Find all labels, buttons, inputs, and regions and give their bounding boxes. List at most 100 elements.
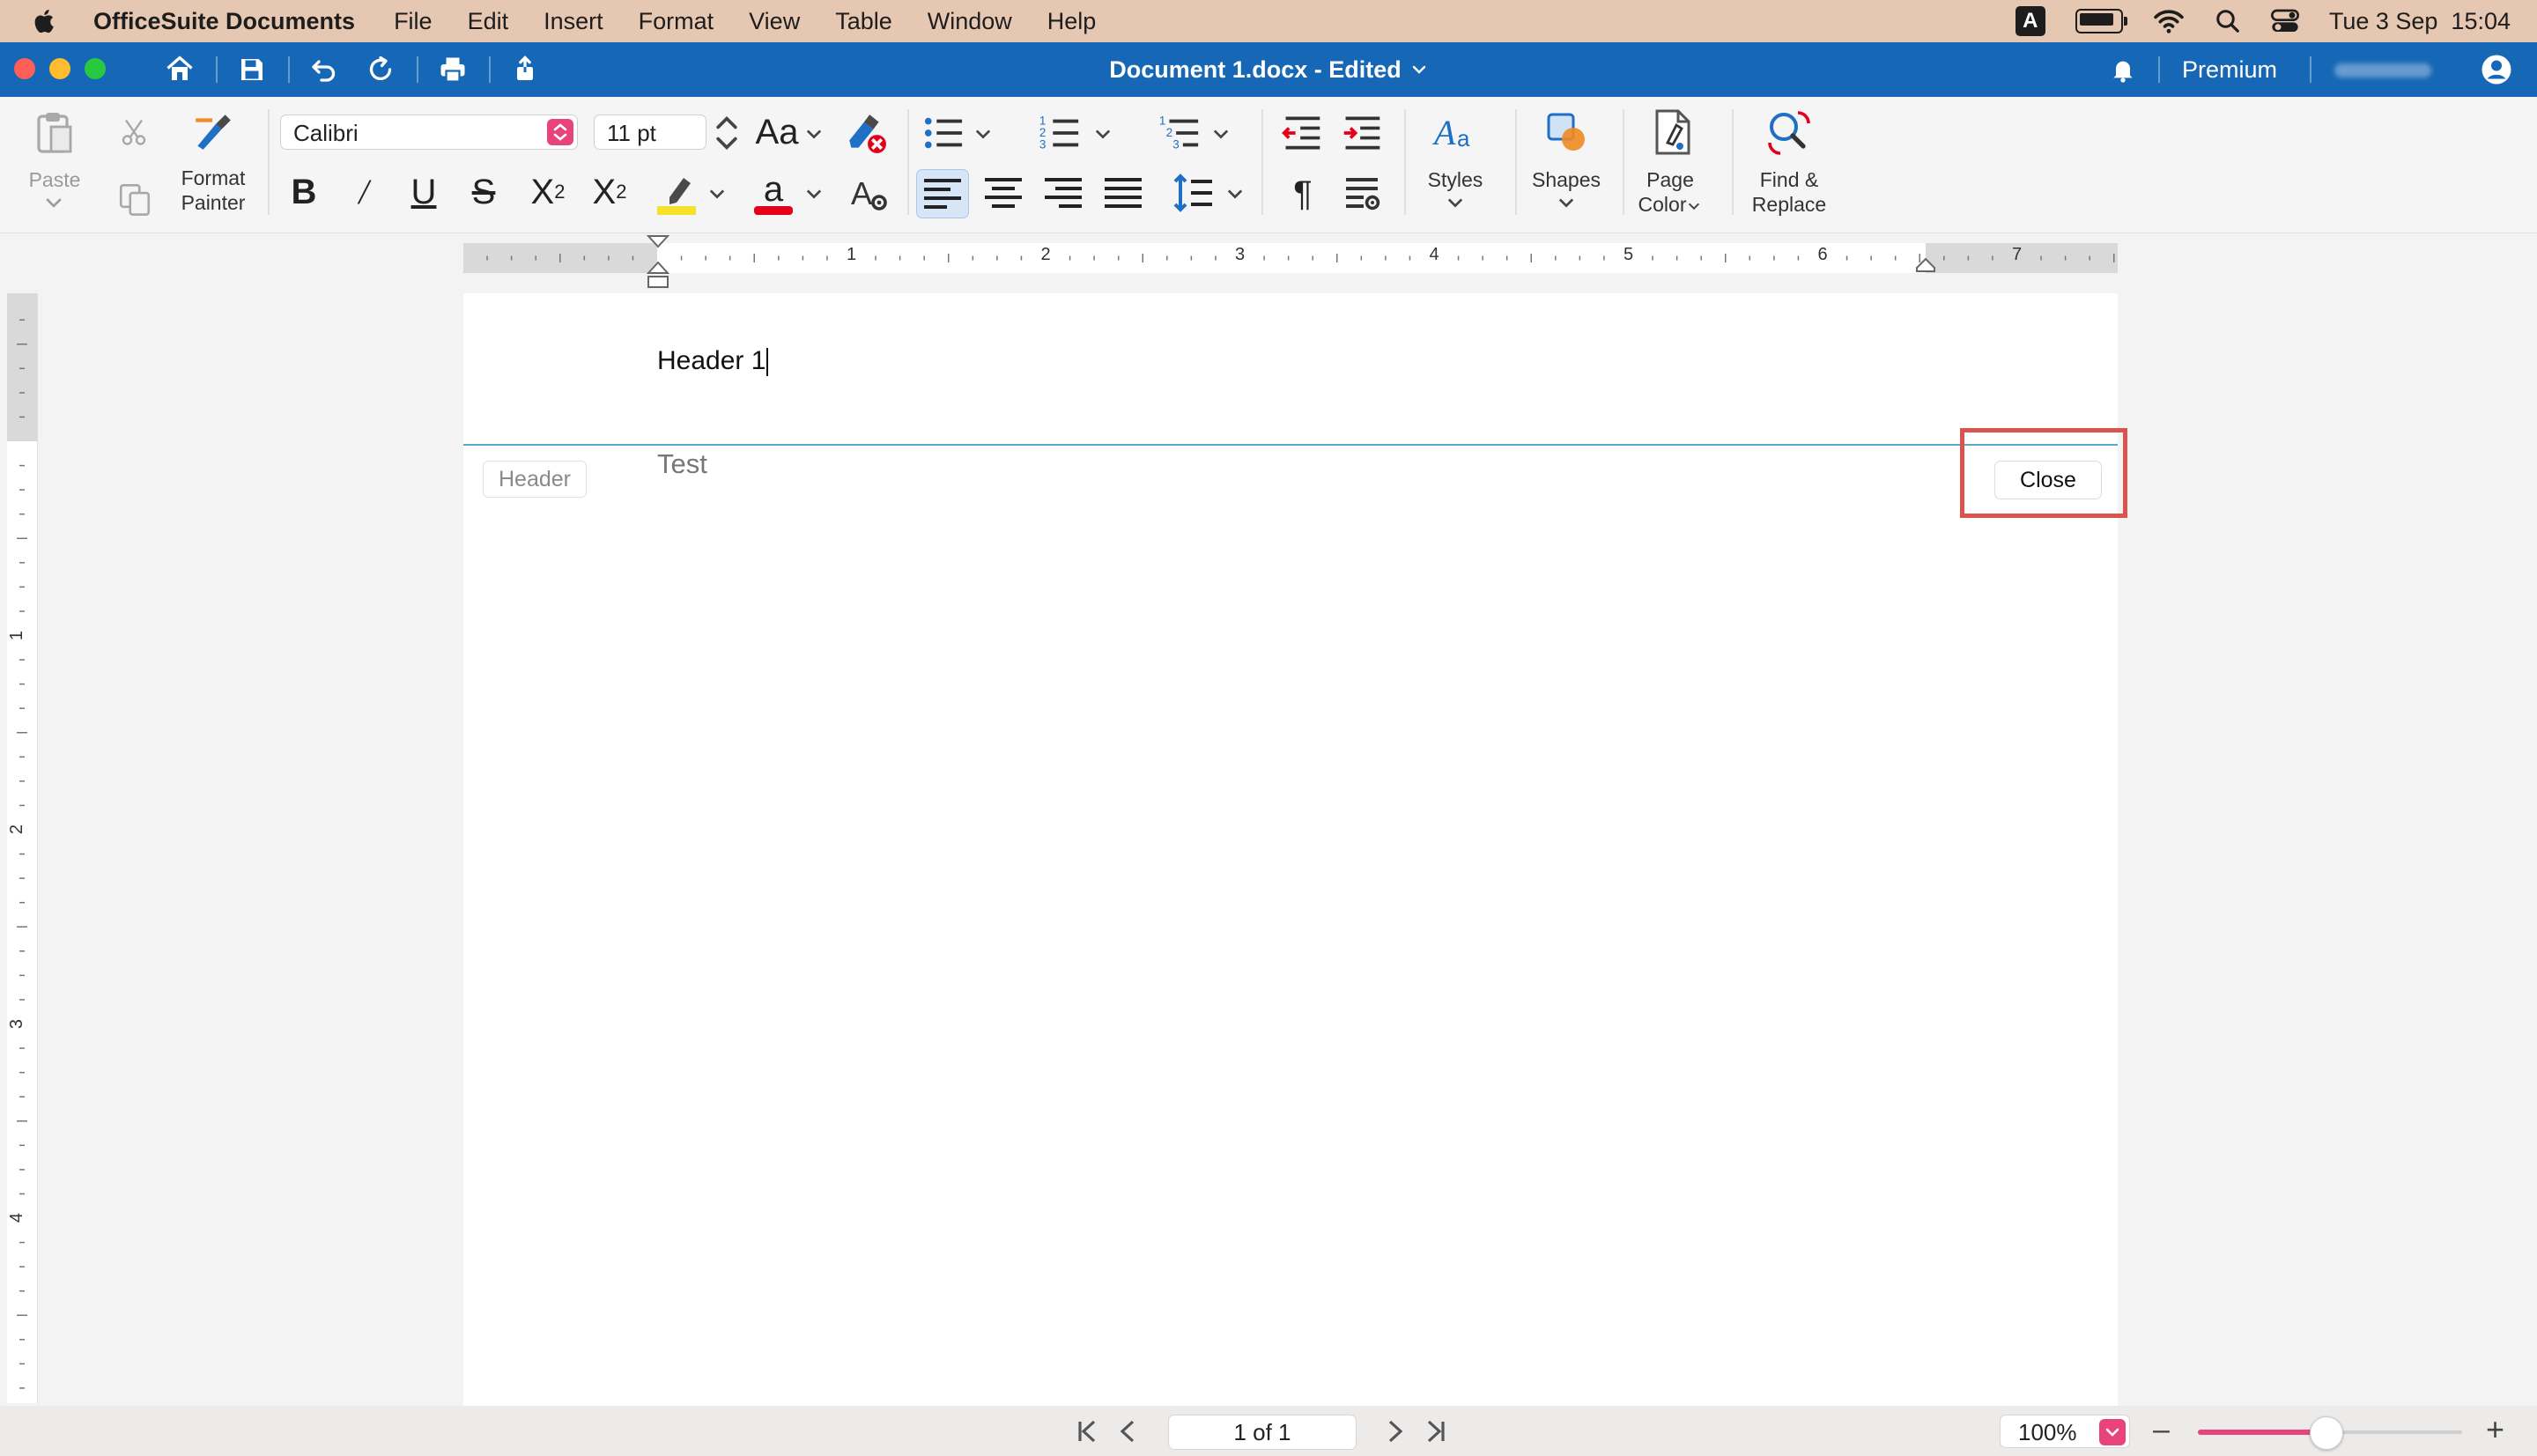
styles-icon[interactable]: A a — [1432, 109, 1478, 155]
strikethrough-button[interactable]: S — [463, 173, 504, 211]
input-source-icon[interactable]: A — [2015, 6, 2045, 36]
format-painter-icon[interactable] — [190, 109, 234, 153]
ribbon-separator — [1261, 109, 1263, 215]
justify-icon[interactable] — [1099, 169, 1147, 217]
chevron-down-icon[interactable] — [803, 187, 825, 201]
zoom-dropdown[interactable]: 100% — [2000, 1415, 2130, 1448]
superscript-button[interactable]: X2 — [523, 173, 573, 211]
decrease-indent-icon[interactable] — [1281, 113, 1323, 153]
page-indicator[interactable]: 1 of 1 — [1168, 1415, 1357, 1450]
highlight-color-icon[interactable] — [654, 169, 699, 215]
cut-icon[interactable] — [118, 115, 150, 150]
horizontal-ruler[interactable]: 1 2 3 4 5 6 7 — [463, 235, 2118, 288]
zoom-in-button[interactable]: + — [2486, 1411, 2504, 1448]
page-color-label[interactable]: Page Color — [1626, 167, 1714, 217]
premium-button[interactable]: Premium — [2182, 42, 2277, 97]
font-size-field[interactable]: 11 pt — [594, 115, 706, 150]
underline-button[interactable]: U — [403, 173, 444, 211]
ruler-label: 5 — [1623, 245, 1634, 264]
app-name-menu[interactable]: OfficeSuite Documents — [93, 8, 355, 35]
vertical-ruler[interactable]: 1 2 3 4 — [7, 293, 38, 1403]
chevron-down-icon[interactable] — [706, 187, 728, 201]
menu-help[interactable]: Help — [1047, 8, 1097, 35]
header-content[interactable]: Header 1 — [657, 346, 769, 377]
account-name-blurred — [2334, 63, 2431, 78]
menu-file[interactable]: File — [394, 8, 433, 35]
menu-edit[interactable]: Edit — [468, 8, 509, 35]
bold-button[interactable]: B — [284, 173, 324, 211]
bulleted-list-icon[interactable] — [921, 113, 965, 153]
paste-icon[interactable] — [33, 109, 76, 155]
increase-indent-icon[interactable] — [1341, 113, 1383, 153]
shapes-icon[interactable] — [1543, 109, 1589, 155]
header-boundary-line — [463, 444, 2118, 446]
find-replace-icon[interactable] — [1764, 107, 1815, 157]
next-page-icon[interactable] — [1387, 1420, 1404, 1443]
line-spacing-icon[interactable] — [1170, 169, 1217, 217]
svg-text:A: A — [851, 175, 872, 211]
paste-label[interactable]: Paste — [19, 167, 90, 192]
indent-marker-icon[interactable] — [647, 234, 669, 291]
styles-label[interactable]: Styles — [1411, 167, 1499, 192]
spotlight-search-icon[interactable] — [2215, 8, 2241, 34]
show-formatting-marks-button[interactable]: ¶ — [1284, 174, 1321, 213]
font-size-stepper-icon[interactable] — [712, 113, 742, 153]
annotation-highlight-box — [1960, 428, 2127, 518]
chevron-down-icon[interactable] — [973, 127, 994, 141]
chevron-down-icon[interactable] — [1445, 196, 1466, 210]
chevron-down-icon[interactable] — [1556, 196, 1577, 210]
menubar-status-area: A Tue 3 Sep 15:04 — [2015, 0, 2511, 42]
menu-insert[interactable]: Insert — [544, 8, 603, 35]
numbered-list-icon[interactable]: 1 2 3 — [1038, 111, 1082, 155]
find-replace-label-line2: Replace — [1751, 193, 1827, 216]
document-title[interactable]: Document 1.docx - Edited — [0, 42, 2537, 97]
menu-window[interactable]: Window — [928, 8, 1012, 35]
chevron-down-icon[interactable] — [1210, 127, 1232, 141]
control-center-icon[interactable] — [2270, 8, 2299, 34]
chevron-down-icon[interactable] — [1224, 187, 1246, 201]
menu-format[interactable]: Format — [639, 8, 714, 35]
chevron-down-icon[interactable] — [803, 127, 825, 141]
right-indent-marker-icon[interactable] — [1915, 257, 1936, 273]
change-case-button[interactable]: Aa — [752, 113, 802, 152]
multilevel-list-icon[interactable]: 1 2 3 — [1158, 111, 1202, 155]
zoom-out-button[interactable]: – — [2153, 1413, 2170, 1447]
first-page-icon[interactable] — [1076, 1420, 1098, 1443]
menubar-clock[interactable]: Tue 3 Sep 15:04 — [2329, 8, 2511, 35]
svg-text:a: a — [764, 170, 784, 209]
zoom-dropdown-chevron-icon[interactable] — [2099, 1419, 2126, 1445]
subscript-button[interactable]: X2 — [585, 173, 634, 211]
page-color-icon[interactable] — [1651, 107, 1695, 157]
align-right-icon[interactable] — [1039, 169, 1087, 217]
ruler-label: 4 — [1429, 245, 1439, 264]
text-effects-icon[interactable]: A — [847, 173, 890, 215]
menu-view[interactable]: View — [749, 8, 800, 35]
format-painter-label[interactable]: Format Painter — [169, 166, 257, 215]
clear-formatting-icon[interactable] — [844, 111, 888, 155]
wifi-icon[interactable] — [2153, 8, 2185, 34]
align-center-icon[interactable] — [980, 169, 1027, 217]
body-text[interactable]: Test — [657, 448, 707, 480]
battery-icon[interactable] — [2075, 9, 2127, 33]
zoom-slider-handle[interactable] — [2310, 1416, 2343, 1450]
font-color-icon[interactable]: a — [751, 169, 796, 215]
apple-icon[interactable] — [30, 6, 60, 36]
copy-icon[interactable] — [116, 180, 153, 218]
find-replace-label[interactable]: Find & Replace — [1741, 167, 1838, 217]
font-name-spinner-icon[interactable] — [547, 119, 573, 145]
italic-button[interactable]: / — [344, 173, 384, 211]
shapes-label[interactable]: Shapes — [1522, 167, 1610, 192]
align-left-button-active[interactable] — [916, 169, 969, 218]
menu-table[interactable]: Table — [835, 8, 892, 35]
chevron-down-icon[interactable] — [42, 196, 65, 210]
notification-bell-icon[interactable] — [2109, 55, 2137, 84]
previous-page-icon[interactable] — [1119, 1420, 1136, 1443]
account-avatar-icon[interactable] — [2481, 54, 2512, 85]
document-page[interactable]: Header 1 Header Test Close — [463, 293, 2118, 1406]
paragraph-settings-icon[interactable] — [1341, 173, 1383, 215]
window-title-bar: Document 1.docx - Edited Premium — [0, 42, 2537, 97]
ruler-label: 7 — [2011, 245, 2023, 264]
last-page-icon[interactable] — [1425, 1420, 1446, 1443]
chevron-down-icon[interactable] — [1092, 127, 1113, 141]
font-name-dropdown[interactable]: Calibri — [280, 115, 578, 150]
